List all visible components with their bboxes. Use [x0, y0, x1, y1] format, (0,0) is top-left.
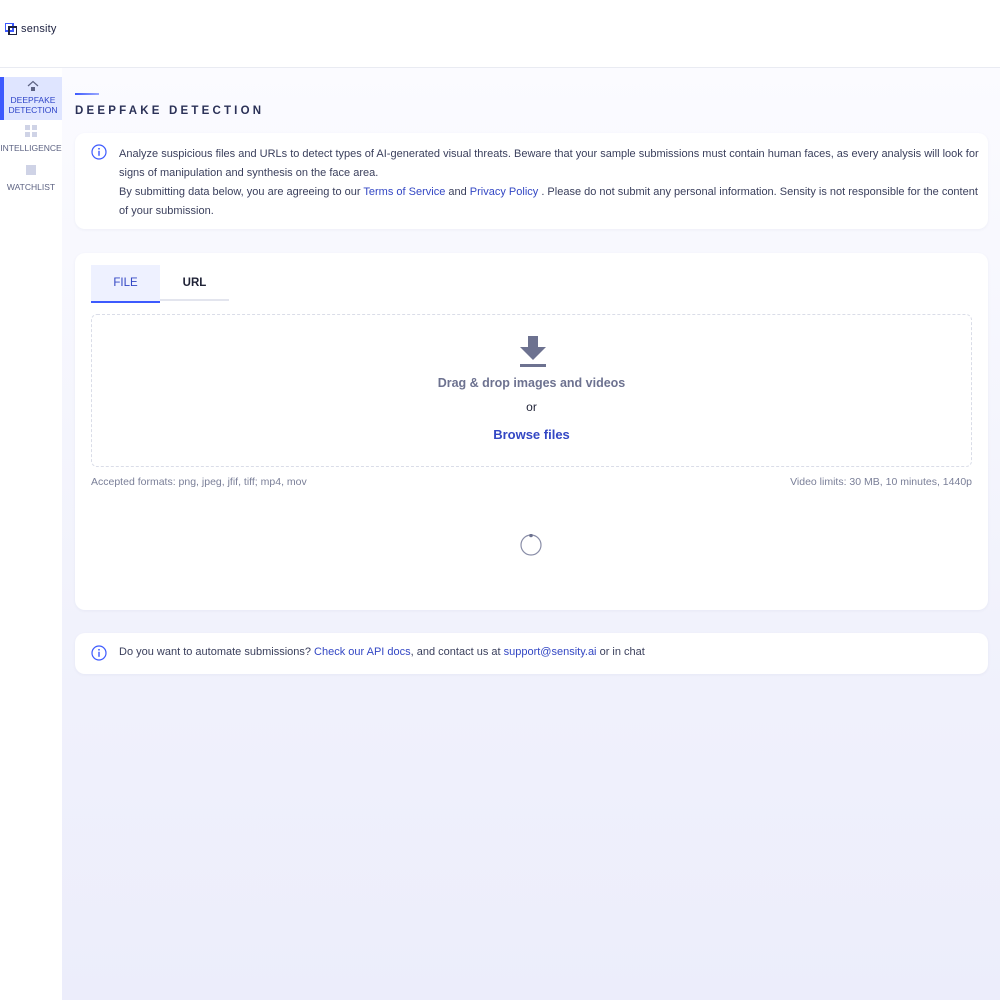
- grid-icon: [25, 125, 37, 137]
- info-icon: [91, 144, 107, 160]
- tab-url[interactable]: URL: [160, 265, 229, 301]
- terms-and: and: [445, 186, 470, 198]
- sensity-logo-icon: [5, 23, 17, 35]
- sidebar: DEEPFAKE DETECTION INTELLIGENCE WATCHLIS…: [0, 68, 62, 1000]
- api-middle: , and contact us at: [410, 646, 504, 658]
- api-docs-link[interactable]: Check our API docs: [314, 646, 411, 658]
- upload-tabs: FILE URL: [91, 265, 229, 303]
- or-separator: or: [526, 400, 537, 414]
- sidebar-item-watchlist[interactable]: WATCHLIST: [0, 164, 62, 196]
- main-content: DEEPFAKE DETECTION Analyze suspicious fi…: [62, 68, 1000, 1000]
- browse-files-button[interactable]: Browse files: [493, 427, 570, 442]
- loading-spinner-icon: [520, 534, 542, 556]
- info-description: Analyze suspicious files and URLs to det…: [119, 148, 979, 179]
- api-text: Do you want to automate submissions? Che…: [119, 646, 645, 658]
- info-text: Analyze suspicious files and URLs to det…: [119, 145, 979, 221]
- sidebar-item-label: INTELLIGENCE: [0, 143, 62, 153]
- support-email-link[interactable]: support@sensity.ai: [504, 646, 597, 658]
- sidebar-item-label: DEEPFAKE DETECTION: [8, 95, 58, 115]
- info-icon: [91, 645, 107, 661]
- video-limits: Video limits: 30 MB, 10 minutes, 1440p: [790, 476, 972, 488]
- tab-file[interactable]: FILE: [91, 265, 160, 303]
- terms-of-service-link[interactable]: Terms of Service: [363, 186, 445, 198]
- info-card: Analyze suspicious files and URLs to det…: [75, 133, 988, 229]
- top-header: sensity: [0, 0, 1000, 68]
- accepted-formats: Accepted formats: png, jpeg, jfif, tiff;…: [91, 476, 307, 488]
- logo[interactable]: sensity: [5, 22, 57, 36]
- api-info-card: Do you want to automate submissions? Che…: [75, 633, 988, 674]
- download-icon: [520, 336, 546, 367]
- terms-prefix: By submitting data below, you are agreei…: [119, 186, 364, 198]
- api-suffix: or in chat: [596, 646, 645, 658]
- privacy-policy-link[interactable]: Privacy Policy: [470, 186, 538, 198]
- sidebar-item-label: WATCHLIST: [6, 182, 56, 192]
- sidebar-item-intelligence[interactable]: INTELLIGENCE: [0, 125, 62, 157]
- info-terms-notice: By submitting data below, you are agreei…: [119, 183, 979, 221]
- title-accent: [75, 93, 99, 95]
- file-dropzone[interactable]: Drag & drop images and videos or Browse …: [91, 314, 972, 467]
- page-title: DEEPFAKE DETECTION: [75, 105, 265, 117]
- sidebar-item-deepfake-detection[interactable]: DEEPFAKE DETECTION: [0, 77, 62, 120]
- square-icon: [26, 165, 36, 175]
- drop-instructions: Drag & drop images and videos: [437, 376, 626, 390]
- api-prefix: Do you want to automate submissions?: [119, 646, 315, 658]
- browse-wrapper: Browse files: [92, 427, 971, 442]
- home-icon: [27, 80, 39, 91]
- upload-card: FILE URL Drag & drop images and videos o…: [75, 253, 988, 610]
- logo-text: sensity: [21, 23, 57, 35]
